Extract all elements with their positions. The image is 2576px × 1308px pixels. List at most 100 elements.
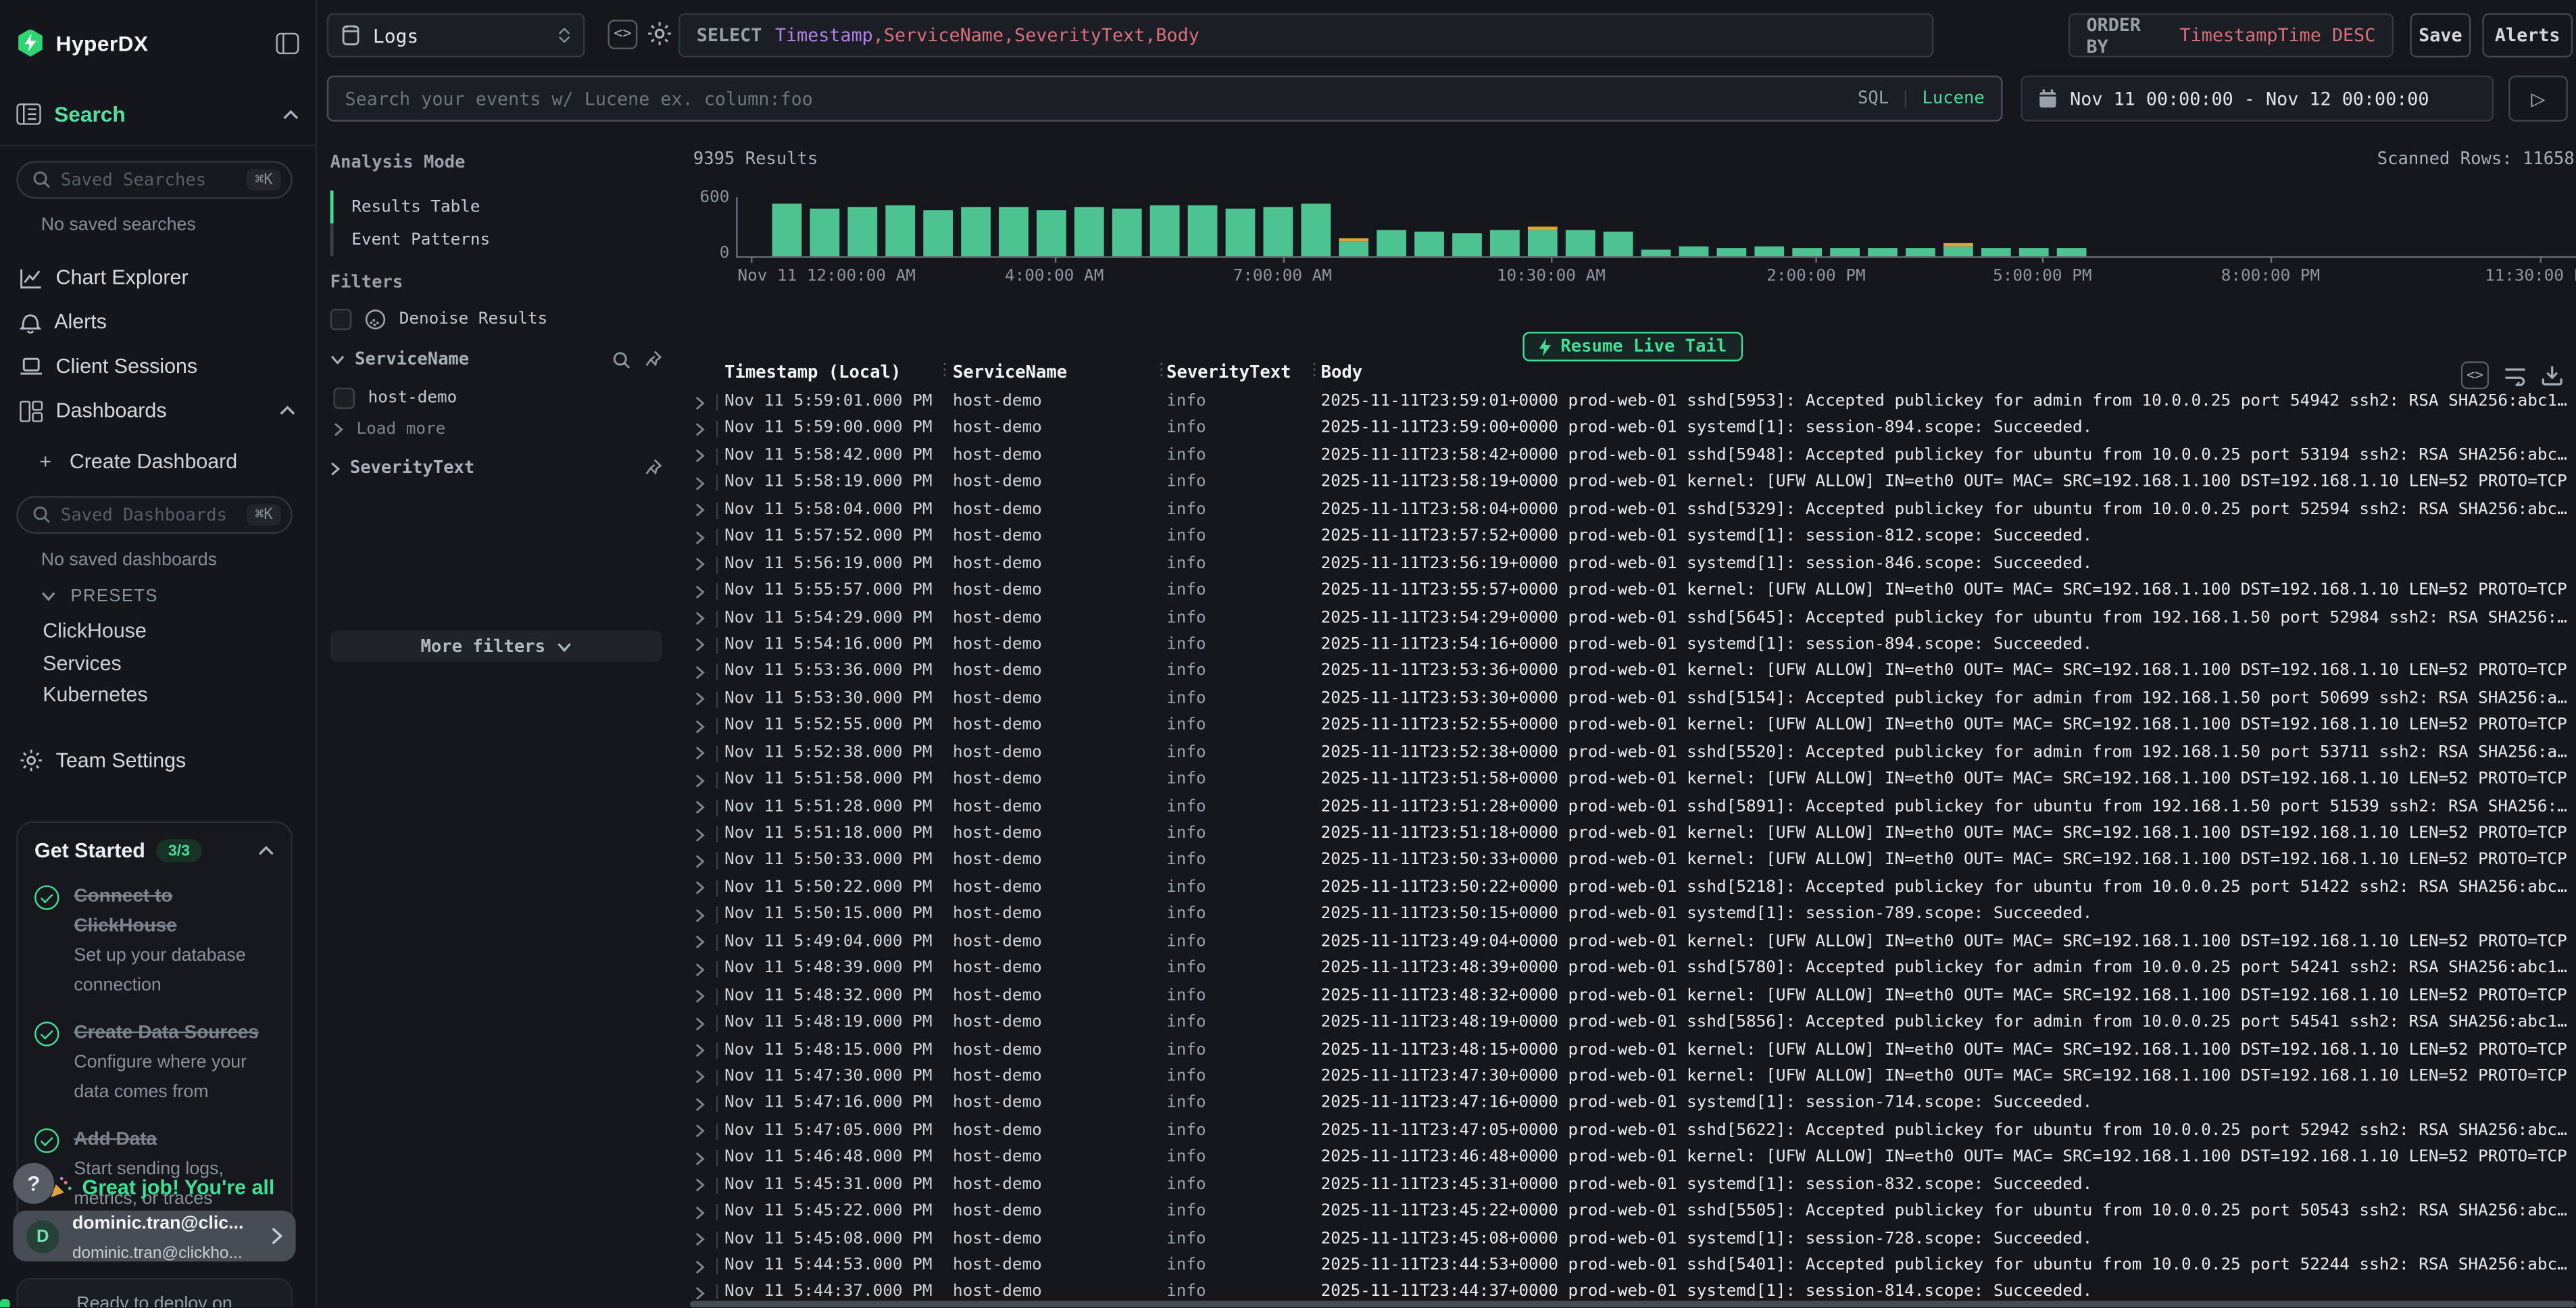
histogram-bar[interactable]	[1490, 230, 1520, 255]
table-row[interactable]: Nov 11 5:54:29.000 PM host-demo info 202…	[690, 605, 2576, 632]
table-row[interactable]: Nov 11 5:52:38.000 PM host-demo info 202…	[690, 740, 2576, 768]
expand-row-icon[interactable]	[695, 719, 705, 734]
expand-row-icon[interactable]	[695, 989, 705, 1004]
expand-row-icon[interactable]	[695, 1043, 705, 1058]
column-header-body[interactable]: Body	[1321, 363, 1362, 382]
histogram-bar[interactable]	[1112, 208, 1142, 255]
table-row[interactable]: Nov 11 5:45:31.000 PM host-demo info 202…	[690, 1172, 2576, 1199]
expand-row-icon[interactable]	[695, 800, 705, 815]
histogram-bar[interactable]	[1150, 206, 1180, 255]
gear-icon[interactable]	[647, 22, 672, 46]
histogram-bar[interactable]	[1792, 248, 1822, 255]
run-query-button[interactable]: ▷	[2508, 76, 2568, 122]
expand-row-icon[interactable]	[695, 422, 705, 437]
histogram-bar[interactable]	[1301, 203, 1331, 255]
expand-row-icon[interactable]	[695, 692, 705, 707]
saved-searches-input[interactable]: Saved Searches ⌘K	[16, 161, 292, 199]
save-button[interactable]: Save	[2410, 13, 2471, 57]
table-row[interactable]: Nov 11 5:53:30.000 PM host-demo info 202…	[690, 686, 2576, 713]
expand-row-icon[interactable]	[695, 1124, 705, 1139]
histogram-bar[interactable]	[1528, 230, 1558, 255]
expand-row-icon[interactable]	[695, 665, 705, 680]
expand-row-icon[interactable]	[695, 1070, 705, 1085]
expand-row-icon[interactable]	[695, 827, 705, 842]
host-demo-checkbox[interactable]	[334, 388, 355, 409]
expand-row-icon[interactable]	[695, 557, 705, 572]
table-row[interactable]: Nov 11 5:58:04.000 PM host-demo info 202…	[690, 497, 2576, 524]
column-header-timestamp[interactable]: Timestamp (Local)	[724, 363, 901, 382]
table-row[interactable]: Nov 11 5:58:19.000 PM host-demo info 202…	[690, 470, 2576, 497]
expand-row-icon[interactable]	[695, 638, 705, 653]
query-language-toggle[interactable]: SQL | Lucene	[1858, 89, 1985, 108]
sidebar-item-alerts[interactable]: Alerts	[0, 301, 316, 343]
histogram-bar[interactable]	[1716, 247, 1746, 255]
order-by-input[interactable]: ORDER BY TimestampTime DESC	[2069, 13, 2394, 57]
chevron-up-icon[interactable]	[279, 405, 295, 416]
table-row[interactable]: Nov 11 5:50:22.000 PM host-demo info 202…	[690, 875, 2576, 902]
more-filters-button[interactable]: More filters	[330, 631, 662, 662]
chevron-up-icon[interactable]	[258, 846, 274, 856]
expand-row-icon[interactable]	[695, 962, 705, 977]
expand-row-icon[interactable]	[695, 1178, 705, 1193]
table-row[interactable]: Nov 11 5:48:39.000 PM host-demo info 202…	[690, 956, 2576, 983]
histogram-bar[interactable]	[1830, 248, 1860, 255]
denoise-results-row[interactable]: Denoise Results	[330, 309, 548, 330]
histogram-bar[interactable]	[2019, 247, 2049, 255]
expand-row-icon[interactable]	[695, 1016, 705, 1031]
expand-row-icon[interactable]	[695, 584, 705, 599]
histogram-bar[interactable]	[1754, 247, 1784, 255]
sidebar-item-client-sessions[interactable]: Client Sessions	[0, 345, 316, 388]
histogram-bar[interactable]	[1377, 230, 1406, 255]
histogram-bar[interactable]	[1414, 232, 1444, 255]
expand-row-icon[interactable]	[695, 530, 705, 545]
table-row[interactable]: Nov 11 5:50:33.000 PM host-demo info 202…	[690, 849, 2576, 876]
histogram-bar[interactable]	[1264, 207, 1293, 255]
presets-header[interactable]: PRESETS	[0, 583, 316, 609]
expand-row-icon[interactable]	[695, 854, 705, 869]
table-row[interactable]: Nov 11 5:47:30.000 PM host-demo info 202…	[690, 1064, 2576, 1091]
expand-row-icon[interactable]	[695, 746, 705, 761]
expand-row-icon[interactable]	[695, 503, 705, 518]
expand-row-icon[interactable]	[695, 1097, 705, 1112]
date-range-picker[interactable]: Nov 11 00:00:00 - Nov 12 00:00:00	[2021, 76, 2494, 122]
histogram-bar[interactable]	[923, 210, 953, 255]
saved-dashboards-input[interactable]: Saved Dashboards ⌘K	[16, 496, 292, 534]
expand-row-icon[interactable]	[695, 1286, 705, 1300]
histogram-bar[interactable]	[1188, 205, 1218, 255]
table-row[interactable]: Nov 11 5:45:22.000 PM host-demo info 202…	[690, 1199, 2576, 1226]
expand-row-icon[interactable]	[695, 1259, 705, 1274]
tab-results-table[interactable]: Results Table	[330, 191, 662, 224]
histogram-bar[interactable]	[1604, 232, 1633, 255]
table-row[interactable]: Nov 11 5:51:18.000 PM host-demo info 202…	[690, 822, 2576, 849]
alerts-button[interactable]: Alerts	[2482, 13, 2573, 57]
preset-kubernetes[interactable]: Kubernetes	[0, 678, 316, 711]
histogram-bar[interactable]	[1906, 248, 1935, 255]
histogram-bar[interactable]	[1452, 232, 1482, 255]
histogram-bar[interactable]	[1566, 230, 1595, 255]
table-row[interactable]: Nov 11 5:55:57.000 PM host-demo info 202…	[690, 578, 2576, 605]
source-select[interactable]: Logs	[327, 13, 585, 57]
table-row[interactable]: Nov 11 5:44:37.000 PM host-demo info 202…	[690, 1280, 2576, 1300]
sidebar-item-search[interactable]: Search	[0, 85, 316, 143]
expand-row-icon[interactable]	[695, 935, 705, 950]
histogram-bar[interactable]	[1226, 209, 1256, 255]
table-row[interactable]: Nov 11 5:56:19.000 PM host-demo info 202…	[690, 551, 2576, 578]
table-row[interactable]: Nov 11 5:46:48.000 PM host-demo info 202…	[690, 1145, 2576, 1172]
expand-row-icon[interactable]	[695, 1151, 705, 1166]
expand-row-icon[interactable]	[695, 611, 705, 626]
pin-icon[interactable]	[644, 458, 662, 478]
filter-value-host-demo[interactable]: host-demo	[334, 388, 457, 409]
expand-row-icon[interactable]	[695, 908, 705, 923]
table-row[interactable]: Nov 11 5:49:04.000 PM host-demo info 202…	[690, 929, 2576, 956]
select-query-input[interactable]: SELECT Timestamp,ServiceName,SeverityTex…	[678, 13, 1933, 57]
pin-icon[interactable]	[644, 350, 662, 370]
lucene-option[interactable]: Lucene	[1923, 89, 1985, 108]
preset-clickhouse[interactable]: ClickHouse	[0, 614, 316, 647]
table-row[interactable]: Nov 11 5:48:32.000 PM host-demo info 202…	[690, 983, 2576, 1010]
tab-event-patterns[interactable]: Event Patterns	[330, 224, 662, 257]
horizontal-scrollbar[interactable]	[690, 1301, 2576, 1308]
histogram-bar[interactable]	[1339, 242, 1368, 255]
table-row[interactable]: Nov 11 5:51:58.000 PM host-demo info 202…	[690, 768, 2576, 795]
table-row[interactable]: Nov 11 5:48:15.000 PM host-demo info 202…	[690, 1037, 2576, 1064]
histogram-bar[interactable]	[1981, 248, 2011, 255]
